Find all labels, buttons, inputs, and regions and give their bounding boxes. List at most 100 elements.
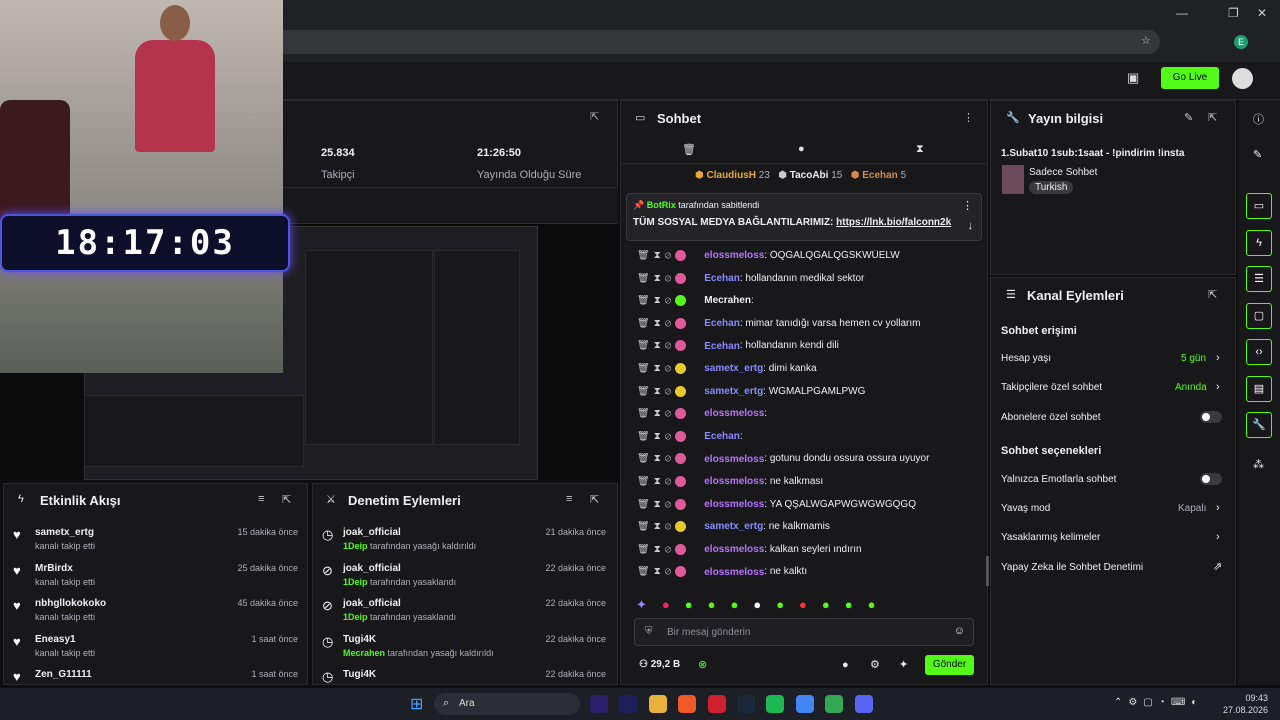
stream-category[interactable]: Sadece Sohbet <box>1029 167 1097 178</box>
chat-username[interactable]: elossmeloss <box>704 567 764 578</box>
top-chatter-1[interactable]: ClaudiusH <box>707 170 756 181</box>
chat-username[interactable]: sametx_ertg <box>704 386 763 397</box>
chat-username[interactable]: Ecehan <box>704 431 740 442</box>
ai-moderation-label[interactable]: Yapay Zeka ile Sohbet Denetimi <box>1001 562 1143 573</box>
moderated-username[interactable]: joak_official <box>343 563 401 574</box>
moderator-name[interactable]: 1Deip <box>343 612 368 622</box>
moderated-username[interactable]: joak_official <box>343 598 401 609</box>
mod-quick-actions-icon[interactable]: 🗑⧗⊘ <box>637 318 675 329</box>
steam-icon[interactable] <box>737 695 755 713</box>
pinned-menu-icon[interactable]: ⋮ <box>962 199 973 212</box>
top-chatter-2[interactable]: TacoAbi <box>790 170 829 181</box>
mod-quick-actions-icon[interactable]: 🗑⧗⊘ <box>637 295 675 306</box>
mod-popout-icon[interactable]: ⇱ <box>590 493 599 506</box>
moderator-name[interactable]: Mecrahen <box>343 648 385 658</box>
activity-username[interactable]: MrBirdx <box>35 563 73 574</box>
minimize-icon[interactable]: — <box>1176 6 1188 20</box>
opera-icon[interactable] <box>707 695 726 713</box>
banned-words-label[interactable]: Yasaklanmış kelimeler <box>1001 532 1100 543</box>
settings-gear-icon[interactable]: ⚙ <box>870 658 880 671</box>
chat-username[interactable]: sametx_ertg <box>704 521 763 532</box>
activity-username[interactable]: sametx_ertg <box>35 527 94 538</box>
windows-start-icon[interactable]: ⊞ <box>410 694 423 714</box>
mod-quick-actions-icon[interactable]: 🗑⧗⊘ <box>637 476 675 487</box>
external-link-icon[interactable]: ⇗ <box>1213 560 1222 573</box>
mod-quick-actions-icon[interactable]: 🗑⧗⊘ <box>637 567 675 578</box>
chevron-right-icon[interactable]: › <box>1216 502 1220 514</box>
activity-username[interactable]: Eneasy1 <box>35 634 76 645</box>
actions-popout-icon[interactable]: ⇱ <box>1208 288 1217 301</box>
moderator-name[interactable]: 1Deip <box>343 577 368 587</box>
mod-quick-actions-icon[interactable]: 🗑⧗⊘ <box>637 521 675 532</box>
server-icon[interactable]: ▤ <box>1246 375 1272 402</box>
chat-input[interactable]: ⛨ Bir mesaj gönderin ☺ <box>634 618 974 646</box>
sidebar-edit-icon[interactable]: ✎ <box>1253 148 1262 161</box>
mod-quick-actions-icon[interactable]: 🗑⧗⊘ <box>637 499 675 510</box>
profile-avatar[interactable]: E <box>1234 35 1248 49</box>
top-chatter-3[interactable]: Ecehan <box>862 170 898 181</box>
user-avatar[interactable] <box>1232 68 1253 89</box>
info-popout-icon[interactable]: ⇱ <box>1208 111 1217 124</box>
chat-username[interactable]: Mecrahen <box>704 295 751 306</box>
chat-username[interactable]: Ecehan <box>704 318 740 329</box>
chat-options-icon[interactable]: ● <box>842 659 849 671</box>
chat-username[interactable]: elossmeloss <box>704 544 764 555</box>
mod-view-icon[interactable]: ▣ <box>1127 70 1139 86</box>
activity-popout-icon[interactable]: ⇱ <box>282 493 291 506</box>
moderated-username[interactable]: joak_official <box>343 527 401 538</box>
mod-quick-actions-icon[interactable]: 🗑⧗⊘ <box>637 544 675 555</box>
brave-icon[interactable] <box>678 695 697 713</box>
chat-username[interactable]: elossmeloss <box>704 499 764 510</box>
chat-username[interactable]: sametx_ertg <box>704 363 763 374</box>
taskbar-search[interactable]: ⌕ Ara <box>434 693 580 715</box>
emote-bar[interactable]: ✦●●●●●●●●●● <box>636 597 976 615</box>
mod-quick-actions-icon[interactable]: 🗑⧗⊘ <box>637 250 675 261</box>
send-button[interactable]: Gönder <box>925 655 974 675</box>
edit-pencil-icon[interactable]: ✎ <box>1184 111 1193 124</box>
premiere-icon[interactable] <box>590 695 608 713</box>
maximize-icon[interactable]: ❐ <box>1228 6 1239 20</box>
list-icon[interactable]: ☰ <box>1246 266 1272 292</box>
mod-quick-actions-icon[interactable]: 🗑⧗⊘ <box>637 341 675 352</box>
mod-filter-icon[interactable]: ≡ <box>566 493 572 505</box>
moderated-username[interactable]: Tugi4K <box>343 669 376 680</box>
chevron-right-icon[interactable]: › <box>1216 381 1220 393</box>
wrench-icon[interactable]: 🔧 <box>1246 412 1272 438</box>
mod-quick-actions-icon[interactable]: 🗑⧗⊘ <box>637 408 675 419</box>
spotify-icon[interactable] <box>766 695 785 713</box>
chat-bubble-icon[interactable]: ● <box>798 143 805 155</box>
moderator-name[interactable]: 1Deip <box>343 541 368 551</box>
mod-quick-actions-icon[interactable]: 🗑⧗⊘ <box>637 454 675 465</box>
more-icon[interactable]: ⁂ <box>1253 458 1264 471</box>
chrome-active-icon[interactable] <box>825 695 844 713</box>
bookmark-star-icon[interactable]: ☆ <box>1141 34 1151 47</box>
subs-only-toggle[interactable] <box>1200 411 1222 423</box>
followers-only-value[interactable]: Anında <box>1175 382 1207 393</box>
close-icon[interactable]: ✕ <box>1257 6 1267 20</box>
emoji-icon[interactable]: ☺ <box>954 625 965 637</box>
lightning-icon[interactable]: ϟ <box>1246 229 1272 256</box>
chevron-right-icon[interactable]: › <box>1216 352 1220 364</box>
clip-icon[interactable]: ▭ <box>1246 193 1272 219</box>
expand-pinned-icon[interactable]: ↓ <box>968 220 974 232</box>
discord-icon[interactable] <box>854 695 873 713</box>
mod-quick-actions-icon[interactable]: 🗑⧗⊘ <box>637 386 675 397</box>
address-bar[interactable] <box>150 30 1160 54</box>
chat-scrollbar[interactable] <box>986 556 989 586</box>
emotes-only-toggle[interactable] <box>1200 473 1222 485</box>
go-live-button[interactable]: Go Live <box>1161 67 1219 89</box>
pinned-link[interactable]: https://lnk.bio/falconn2k <box>836 217 951 228</box>
chat-username[interactable]: elossmeloss <box>704 476 764 487</box>
file-explorer-icon[interactable] <box>648 695 667 713</box>
chevron-right-icon[interactable]: › <box>1216 531 1220 543</box>
chat-menu-icon[interactable]: ⋮ <box>963 111 974 124</box>
activity-username[interactable]: nbhgllokokoko <box>35 598 106 609</box>
chat-username[interactable]: elossmeloss <box>704 250 764 261</box>
chat-username[interactable]: elossmeloss <box>704 454 764 465</box>
chat-username[interactable]: Ecehan <box>704 273 740 284</box>
hourglass-icon[interactable]: ⧗ <box>916 143 924 156</box>
chat-username[interactable]: elossmeloss <box>704 408 764 419</box>
stream-tag[interactable]: Turkish <box>1029 181 1074 194</box>
chat-bubble-icon[interactable]: ▢ <box>1246 302 1272 329</box>
slow-mode-value[interactable]: Kapalı <box>1178 503 1206 514</box>
